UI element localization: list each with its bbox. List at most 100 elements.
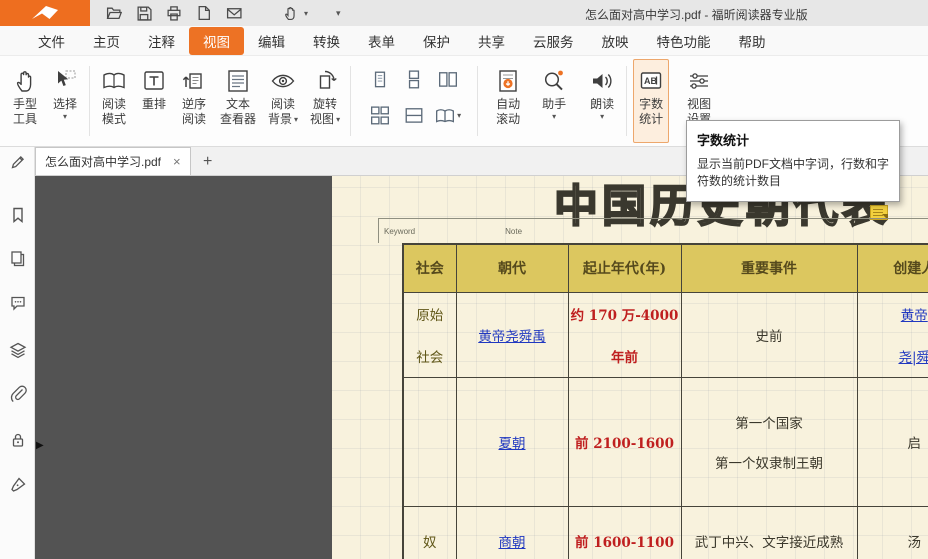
menu-view[interactable]: 视图 (189, 27, 244, 55)
attachments-paperclip-icon[interactable] (8, 384, 27, 403)
read-mode-button[interactable]: 阅读 模式 (96, 59, 132, 143)
rotate-view-button[interactable]: 旋转 视图▾ (306, 59, 344, 143)
read-aloud-button[interactable]: 朗读 ▾ (584, 59, 620, 143)
menu-edit[interactable]: 编辑 (244, 27, 299, 55)
founder-cell: 启 (908, 436, 922, 452)
text-viewer-button[interactable]: 文本 查看器 (216, 59, 260, 143)
reflow-icon (141, 65, 167, 97)
page-thumbnails-icon[interactable] (8, 249, 27, 268)
menu-present[interactable]: 放映 (588, 27, 643, 55)
reading-background-button[interactable]: 阅读 背景▾ (264, 59, 302, 143)
header-events: 重要事件 (681, 244, 857, 292)
document-tab-title: 怎么面对高中学习.pdf (45, 153, 161, 170)
auto-scroll-label: 自动 (496, 97, 520, 112)
rotate-view-caret-icon: ▾ (336, 115, 340, 125)
quick-access-chevron-icon[interactable]: ▾ (336, 8, 341, 19)
menu-comment[interactable]: 注释 (134, 27, 189, 55)
print-icon[interactable] (166, 5, 182, 21)
auto-scroll-button[interactable]: 自动 滚动 (490, 59, 526, 143)
word-count-tooltip: 字数统计 显示当前PDF文档中字词，行数和字符数的统计数目 (686, 120, 900, 202)
read-mode-label2: 模式 (102, 112, 126, 127)
assistant-button[interactable]: 助手 ▾ (536, 59, 572, 143)
comments-icon[interactable] (8, 293, 27, 312)
founder-cell: 汤 (908, 535, 922, 551)
history-table: 社会 朝代 起止年代(年) 重要事件 创建人 原始社会 黄帝尧舜禹 约 170 … (402, 243, 928, 559)
tab-close-icon[interactable]: × (173, 155, 181, 168)
period-cell: 前 2100-1600 (575, 436, 674, 452)
ribbon-separator (350, 66, 351, 136)
table-header-row: 社会 朝代 起止年代(年) 重要事件 创建人 (403, 244, 928, 292)
header-dynasty: 朝代 (456, 244, 568, 292)
hand-gesture-dropdown-caret-icon[interactable]: ▾ (304, 9, 308, 18)
period-cell: 前 1600-1100 (575, 535, 674, 551)
select-tool-button[interactable]: 选择 ▾ (47, 59, 83, 143)
menu-convert[interactable]: 转换 (299, 27, 354, 55)
quick-access-toolbar: ▾ ▾ (106, 5, 341, 21)
assistant-label: 助手 (542, 97, 566, 112)
split-view-layout-icon[interactable] (402, 104, 426, 128)
tooltip-title: 字数统计 (697, 130, 889, 149)
reflow-label: 重排 (142, 97, 166, 112)
signature-pen-icon[interactable] (8, 475, 27, 494)
document-tab[interactable]: 怎么面对高中学习.pdf × (35, 147, 191, 175)
menu-file[interactable]: 文件 (24, 27, 79, 55)
sidebar-expand-handle[interactable]: ▶ (36, 440, 44, 452)
select-tool-label: 选择 (53, 97, 77, 112)
menu-home[interactable]: 主页 (79, 27, 134, 55)
dynasty-link[interactable]: 黄帝尧舜禹 (478, 329, 546, 345)
hand-tool-button[interactable]: 手型 工具 (7, 59, 43, 143)
security-lock-icon[interactable] (8, 430, 27, 449)
assistant-caret-icon: ▾ (552, 112, 556, 122)
book-view-layout-icon[interactable]: ▾ (433, 104, 463, 128)
foxit-logo-icon (30, 5, 60, 21)
open-file-icon[interactable] (106, 5, 122, 21)
reverse-reading-button[interactable]: 逆序 阅读 (176, 59, 212, 143)
assistant-magnifier-icon (541, 65, 567, 97)
dynasty-link[interactable]: 商朝 (499, 535, 526, 551)
society-cell: 原始 (416, 304, 443, 324)
menu-form[interactable]: 表单 (354, 27, 409, 55)
header-period: 起止年代(年) (568, 244, 681, 292)
navigation-sidebar (0, 147, 35, 559)
continuous-layout-icon[interactable] (402, 68, 426, 92)
menu-cloud[interactable]: 云服务 (519, 27, 588, 55)
menu-share[interactable]: 共享 (464, 27, 519, 55)
reading-background-label2: 背景 (268, 112, 292, 127)
auto-scroll-icon (495, 65, 521, 97)
edit-pencil-icon[interactable] (8, 152, 27, 171)
save-icon[interactable] (136, 5, 152, 21)
export-icon[interactable] (196, 5, 212, 21)
rotate-view-label2: 视图 (310, 112, 334, 127)
ribbon-separator (626, 66, 627, 136)
table-row: 原始社会 黄帝尧舜禹 约 170 万-4000年前 史前 黄帝尧|舜 (403, 292, 928, 377)
word-count-icon: AB (638, 65, 664, 97)
single-page-layout-icon[interactable] (368, 68, 392, 92)
menu-features[interactable]: 特色功能 (643, 27, 725, 55)
founder-link[interactable]: 尧|舜 (898, 346, 928, 366)
hand-gesture-icon[interactable] (282, 5, 298, 21)
book-view-caret-icon: ▾ (457, 111, 461, 121)
new-tab-button[interactable]: + (195, 149, 221, 175)
facing-layout-icon[interactable] (436, 68, 460, 92)
word-count-button[interactable]: AB 字数 统计 (633, 59, 669, 143)
pdf-page: 中国历史朝代表 Keyword Note 社会 朝代 起止年代(年) 重要事件 … (332, 176, 928, 559)
reading-background-label: 阅读 (271, 97, 295, 112)
layers-icon[interactable] (8, 340, 27, 359)
text-viewer-label2: 查看器 (220, 112, 256, 127)
foxit-logo-button[interactable] (0, 0, 90, 26)
text-viewer-icon (225, 65, 251, 97)
table-row: 夏朝 前 2100-1600 第一个国家第一个奴隶制王朝 启 (403, 377, 928, 506)
bookmark-icon[interactable] (8, 205, 27, 224)
mail-icon[interactable] (226, 5, 242, 21)
ribbon-separator (89, 66, 90, 136)
hand-tool-icon (12, 65, 38, 97)
title-bar: ▾ ▾ 怎么面对高中学习.pdf - 福昕阅读器专业版 (0, 0, 928, 26)
rotate-view-icon (312, 65, 338, 97)
dynasty-link[interactable]: 夏朝 (499, 436, 526, 452)
hand-tool-label: 手型 (13, 97, 37, 112)
reflow-button[interactable]: 重排 (136, 59, 172, 143)
menu-help[interactable]: 帮助 (725, 27, 780, 55)
founder-link[interactable]: 黄帝 (901, 304, 928, 324)
menu-protect[interactable]: 保护 (409, 27, 464, 55)
continuous-facing-layout-icon[interactable] (368, 104, 392, 128)
